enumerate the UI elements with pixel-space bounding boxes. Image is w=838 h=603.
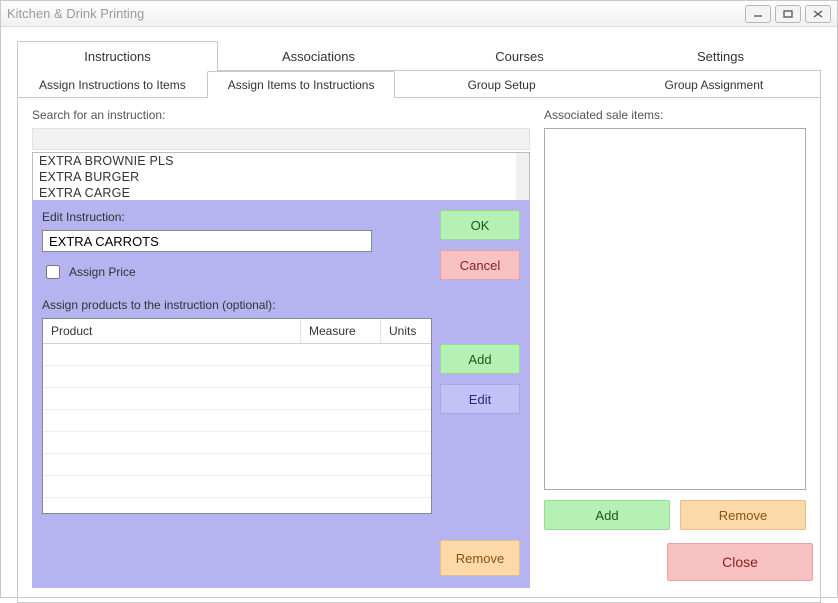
search-input[interactable] <box>32 128 530 150</box>
titlebar: Kitchen & Drink Printing <box>1 1 837 27</box>
list-item[interactable]: EXTRA CARGE <box>33 185 529 200</box>
edit-panel-buttons: OK Cancel Add Edit Remove <box>440 210 520 576</box>
list-scrollbar[interactable] <box>516 153 529 200</box>
subtab-assign-to-items[interactable]: Assign Instructions to Items <box>18 71 207 98</box>
edit-panel-left: Edit Instruction: Assign Price Assign pr… <box>42 210 432 576</box>
close-icon <box>812 9 824 19</box>
close-window-button[interactable] <box>805 5 831 23</box>
tab-instructions[interactable]: Instructions <box>17 41 218 71</box>
list-item[interactable]: EXTRA BURGER <box>33 169 529 185</box>
search-label: Search for an instruction: <box>32 108 530 122</box>
table-row[interactable] <box>43 476 431 498</box>
table-row[interactable] <box>43 388 431 410</box>
subtab-assign-items-to-instructions[interactable]: Assign Items to Instructions <box>207 71 396 98</box>
add-associated-button[interactable]: Add <box>544 500 670 530</box>
product-table-header: Product Measure Units <box>43 319 431 344</box>
close-button[interactable]: Close <box>667 543 813 581</box>
ok-button[interactable]: OK <box>440 210 520 240</box>
tab-courses[interactable]: Courses <box>419 41 620 71</box>
col-units[interactable]: Units <box>381 319 431 343</box>
instruction-name-input[interactable] <box>42 230 372 252</box>
edit-instruction-label: Edit Instruction: <box>42 210 432 224</box>
product-table: Product Measure Units <box>42 318 432 514</box>
instruction-list[interactable]: EXTRA BROWNIE PLS EXTRA BURGER EXTRA CAR… <box>32 152 530 200</box>
tab-settings[interactable]: Settings <box>620 41 821 71</box>
assign-items-page: Search for an instruction: EXTRA BROWNIE… <box>18 98 820 602</box>
right-column: Associated sale items: Add Remove <box>544 108 806 588</box>
table-row[interactable] <box>43 432 431 454</box>
product-table-body[interactable] <box>43 344 431 512</box>
edit-instruction-panel: Edit Instruction: Assign Price Assign pr… <box>32 200 530 588</box>
table-row[interactable] <box>43 344 431 366</box>
window-title: Kitchen & Drink Printing <box>7 6 745 21</box>
associated-items-label: Associated sale items: <box>544 108 806 122</box>
subtab-group-setup[interactable]: Group Setup <box>395 71 607 98</box>
minimize-button[interactable] <box>745 5 771 23</box>
subtab-group-assignment[interactable]: Group Assignment <box>608 71 820 98</box>
assign-price-checkbox[interactable] <box>46 265 60 279</box>
sub-tabs: Assign Instructions to Items Assign Item… <box>18 71 820 98</box>
instructions-page: Assign Instructions to Items Assign Item… <box>17 71 821 603</box>
window-controls <box>745 5 831 23</box>
content-area: Instructions Associations Courses Settin… <box>1 27 837 597</box>
list-item[interactable]: EXTRA BROWNIE PLS <box>33 153 529 169</box>
app-window: Kitchen & Drink Printing Instructions As… <box>0 0 838 598</box>
remove-associated-button[interactable]: Remove <box>680 500 806 530</box>
assign-price-label: Assign Price <box>69 265 136 279</box>
assign-products-label: Assign products to the instruction (opti… <box>42 298 432 312</box>
col-measure[interactable]: Measure <box>301 319 381 343</box>
table-row[interactable] <box>43 410 431 432</box>
add-product-button[interactable]: Add <box>440 344 520 374</box>
edit-product-button[interactable]: Edit <box>440 384 520 414</box>
associated-items-list[interactable] <box>544 128 806 490</box>
tab-associations[interactable]: Associations <box>218 41 419 71</box>
main-tabs: Instructions Associations Courses Settin… <box>17 41 821 71</box>
remove-product-button[interactable]: Remove <box>440 540 520 576</box>
footer-buttons: Close <box>667 543 813 581</box>
cancel-button[interactable]: Cancel <box>440 250 520 280</box>
left-column: Search for an instruction: EXTRA BROWNIE… <box>32 108 530 588</box>
maximize-button[interactable] <box>775 5 801 23</box>
table-row[interactable] <box>43 454 431 476</box>
associated-items-buttons: Add Remove <box>544 500 806 530</box>
table-row[interactable] <box>43 366 431 388</box>
maximize-icon <box>782 9 794 19</box>
col-product[interactable]: Product <box>43 319 301 343</box>
minimize-icon <box>752 9 764 19</box>
